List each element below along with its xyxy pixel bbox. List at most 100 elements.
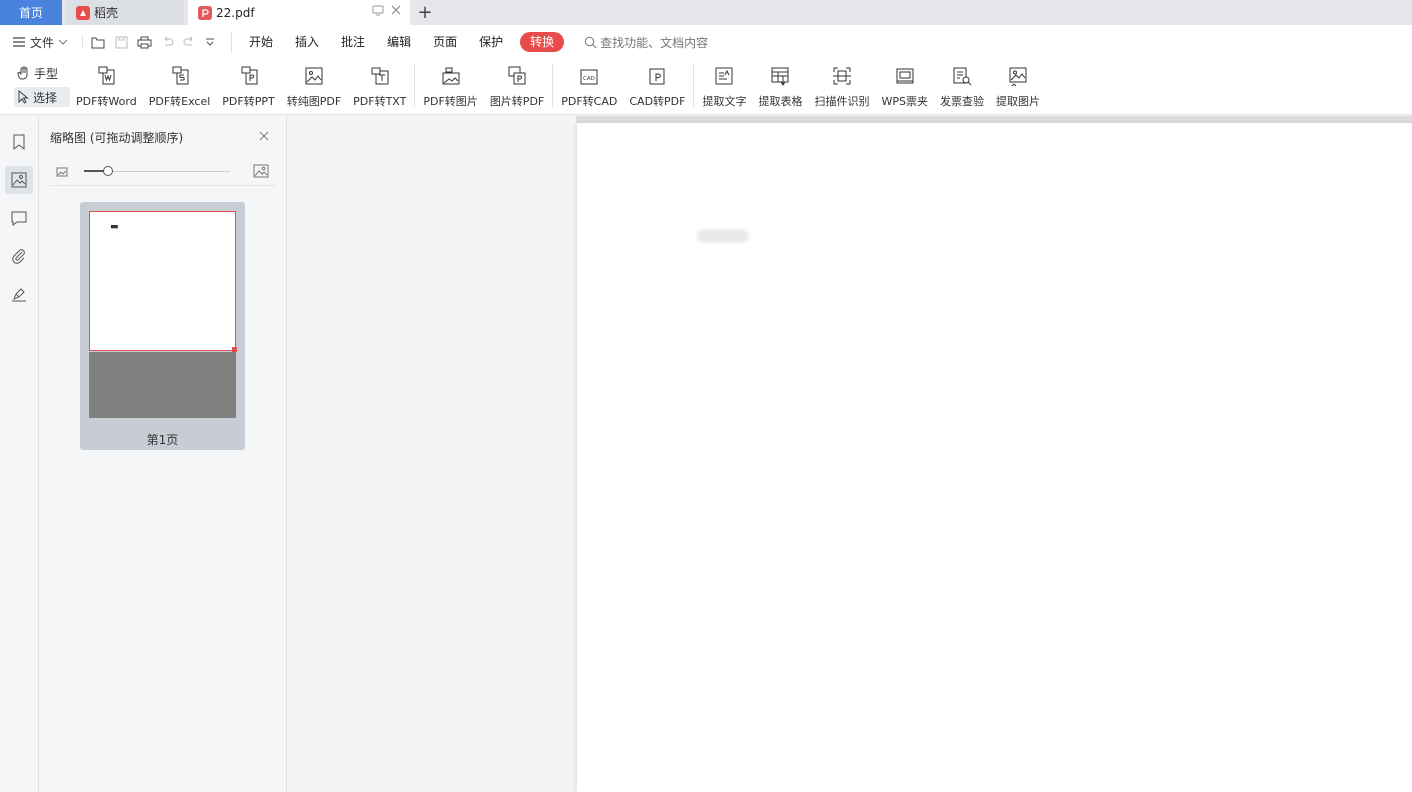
extract-text-label: 提取文字 — [702, 95, 747, 108]
pdf-to-txt-icon — [371, 67, 389, 85]
menu-tab-page[interactable]: 页面 — [422, 32, 468, 52]
image-pdf-icon — [305, 67, 323, 85]
page-thumbnail[interactable]: ▬ 第1页 — [80, 202, 245, 450]
invoice-check-icon — [953, 67, 972, 86]
ticket-folder-button[interactable]: WPS票夹 — [875, 63, 934, 111]
pdf-file-icon — [198, 5, 212, 20]
extract-table-button[interactable]: 提取表格 — [752, 63, 808, 111]
menu-bar: 文件 开始 插入 批注 编辑 页面 保护 转换 查找功能、文档内容 — [0, 25, 1412, 59]
page-thumbnail-label: 第1页 — [146, 433, 179, 447]
extract-image-button[interactable]: 提取图片 — [990, 63, 1046, 111]
thumbnail-panel-button[interactable] — [5, 166, 33, 194]
invoice-check-button[interactable]: 发票查验 — [934, 63, 990, 111]
pdf-to-ppt-icon — [241, 66, 257, 85]
menu-tab-protect[interactable]: 保护 — [468, 32, 514, 52]
comment-icon — [11, 211, 27, 226]
pdf-to-cad-label: PDF转CAD — [561, 95, 618, 108]
bookmark-panel-button[interactable] — [5, 128, 33, 156]
customize-dropdown-icon[interactable] — [205, 37, 215, 47]
extract-table-icon — [771, 67, 789, 86]
feature-search-placeholder: 查找功能、文档内容 — [600, 35, 709, 50]
large-image-icon[interactable] — [253, 164, 269, 178]
page-thumbnail-overflow — [89, 352, 236, 418]
tab-document[interactable]: 22.pdf — [188, 0, 410, 25]
side-icon-strip — [0, 116, 39, 792]
daoke-logo-icon — [76, 5, 90, 20]
file-menu-label: 文件 — [30, 35, 55, 50]
extract-image-icon — [1009, 67, 1027, 87]
page-content-blurred — [697, 229, 749, 243]
thumbnail-image-icon — [11, 172, 27, 188]
cad-to-pdf-button[interactable]: CAD转PDF — [623, 63, 691, 111]
pdf-to-word-button[interactable]: PDF转Word — [70, 63, 143, 111]
close-tab-icon[interactable] — [390, 4, 402, 16]
menu-tab-edit[interactable]: 编辑 — [376, 32, 422, 52]
thumbnail-panel-title: 缩略图 (可拖动调整顺序) — [50, 130, 184, 145]
mode-group: 手型 选择 — [0, 63, 70, 107]
document-viewport[interactable] — [288, 116, 1412, 792]
comment-panel-button[interactable] — [5, 204, 33, 232]
select-mode-button[interactable]: 选择 — [14, 87, 70, 107]
scan-recognize-icon — [832, 67, 851, 85]
file-menu-button[interactable]: 文件 — [12, 34, 68, 51]
page-thumbnail-preview: ▬ — [89, 211, 237, 352]
redo-icon[interactable] — [183, 36, 196, 48]
new-tab-button[interactable]: + — [410, 0, 440, 25]
pdf-to-image-button[interactable]: PDF转图片 — [417, 63, 483, 111]
convert-toolbar: 手型 选择 PDF转Word PDF转Excel PDF转PPT 转纯图PDF … — [0, 59, 1412, 115]
extract-table-label: 提取表格 — [758, 95, 803, 108]
pdf-to-ppt-label: PDF转PPT — [222, 95, 275, 108]
pdf-to-ppt-button[interactable]: PDF转PPT — [216, 63, 280, 111]
attachment-panel-button[interactable] — [5, 242, 33, 270]
invoice-check-label: 发票查验 — [939, 95, 984, 108]
toolbar-divider — [414, 63, 416, 107]
extract-image-label: 提取图片 — [995, 95, 1040, 108]
pdf-page[interactable] — [577, 123, 1412, 792]
hand-mode-button[interactable]: 手型 — [14, 63, 70, 83]
menu-tab-convert[interactable]: 转换 — [520, 32, 565, 52]
extract-text-button[interactable]: 提取文字 — [696, 63, 752, 111]
tab-document-label: 22.pdf — [216, 5, 255, 20]
hand-icon — [17, 66, 28, 80]
save-icon[interactable] — [115, 36, 128, 49]
hand-mode-label: 手型 — [34, 66, 59, 81]
toolbar-divider — [552, 63, 554, 107]
tool-list: PDF转Word PDF转Excel PDF转PPT 转纯图PDF PDF转TX… — [70, 63, 1046, 111]
menu-tab-start[interactable]: 开始 — [238, 32, 284, 52]
extract-text-icon — [715, 67, 733, 85]
pdf-to-excel-button[interactable]: PDF转Excel — [143, 63, 217, 111]
thumbnail-zoom-row — [50, 158, 275, 186]
image-to-pdf-button[interactable]: 图片转PDF — [484, 63, 550, 111]
pdf-to-txt-label: PDF转TXT — [353, 95, 407, 108]
plus-icon: + — [417, 2, 433, 23]
paperclip-icon — [12, 249, 25, 264]
menu-tab-insert[interactable]: 插入 — [284, 32, 330, 52]
close-panel-icon[interactable] — [258, 130, 270, 142]
page-top-edge — [576, 116, 1412, 123]
tab-home[interactable]: 首页 — [0, 0, 62, 25]
pin-window-icon[interactable] — [372, 4, 384, 16]
print-icon[interactable] — [137, 36, 152, 49]
scan-recognize-button[interactable]: 扫描件识别 — [808, 63, 875, 111]
cursor-arrow-icon — [18, 90, 29, 104]
feature-search[interactable]: 查找功能、文档内容 — [584, 34, 708, 51]
pdf-to-image-label: PDF转图片 — [423, 95, 478, 108]
select-mode-label: 选择 — [33, 90, 58, 105]
image-pdf-button[interactable]: 转纯图PDF — [281, 63, 347, 111]
undo-icon[interactable] — [161, 36, 174, 48]
tab-bar: 首页 稻壳 22.pdf + — [0, 0, 1412, 25]
pdf-to-cad-icon: CAD — [580, 69, 598, 85]
tab-daoke[interactable]: 稻壳 — [66, 0, 184, 25]
pdf-to-word-icon — [98, 66, 115, 85]
pdf-to-txt-button[interactable]: PDF转TXT — [347, 63, 412, 111]
zoom-slider-handle[interactable] — [103, 166, 113, 176]
hamburger-icon — [13, 37, 25, 47]
menu-tabs: 开始 插入 批注 编辑 页面 保护 转换 — [231, 32, 570, 52]
open-folder-icon[interactable] — [91, 36, 106, 49]
signature-panel-button[interactable] — [5, 280, 33, 308]
thumbnail-panel: 缩略图 (可拖动调整顺序) ▬ 第1页 — [39, 116, 287, 792]
menu-tab-annotate[interactable]: 批注 — [330, 32, 376, 52]
small-image-icon[interactable] — [56, 166, 68, 178]
pdf-to-cad-button[interactable]: CAD PDF转CAD — [555, 63, 623, 111]
image-to-pdf-label: 图片转PDF — [489, 95, 545, 108]
